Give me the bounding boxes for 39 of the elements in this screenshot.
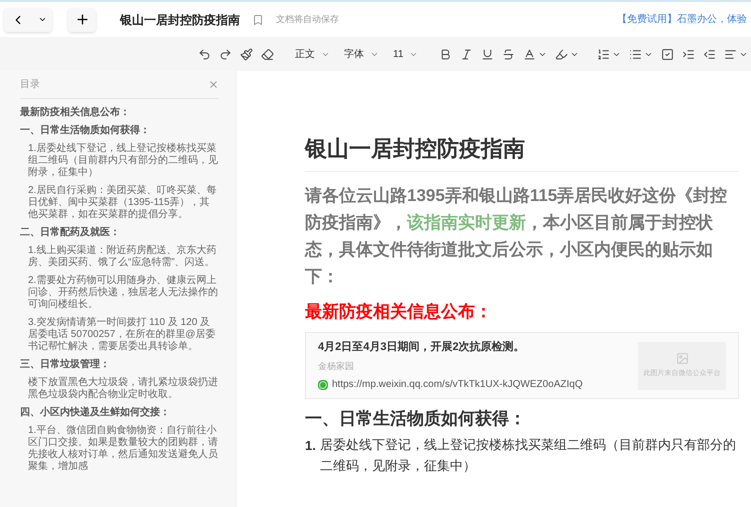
size-select[interactable]: 11 [387, 42, 424, 66]
outline-item[interactable]: 楼下放置黑色大垃圾袋，请扎紧垃圾袋扔进黑色垃圾袋内配合物业定时收取。 [20, 377, 219, 401]
align-icon [724, 48, 738, 60]
outline-item[interactable]: 1.居委处线下登记，线上登记按楼栋找买菜组二维码（目前群内只有部分的二维码，见附录，征集中） [20, 143, 219, 179]
outline-heading[interactable]: 一、日常生活物质如何获得： [20, 125, 219, 137]
intro-paragraph: 请各位云山路1395弄和银山路115弄居民收好这份《封控防疫指南》，该指南实时更新，本小区目前属于封控状态，具体文件待街道批文后公示，小区内便民的贴示如下： [305, 185, 728, 288]
plus-icon [74, 12, 90, 27]
outline-heading[interactable]: 二、日常配药及就医： [20, 227, 219, 239]
chat-icon [318, 380, 328, 390]
highlighter-icon [555, 48, 568, 60]
document-title: 银山一居封控防疫指南 [120, 12, 240, 28]
link-card-source: 金杨家园 [318, 360, 355, 372]
document-heading: 银山一居封控防疫指南 [305, 135, 739, 172]
save-status: 文档将自动保存 [276, 12, 339, 26]
list-number: 1. [305, 437, 316, 455]
outline-item[interactable]: 1.线上购买渠道：附近药房配送、京东大药房、美团买药、饿了么“应急特需”、闪送。 [20, 245, 219, 269]
style-select[interactable]: 正文 [289, 42, 336, 66]
promo-link[interactable]: 【免费试用】石墨办公，体验 [617, 12, 747, 27]
notice-heading: 最新防疫相关信息公布： [305, 301, 493, 323]
outline-heading[interactable]: 三、日常垃圾管理： [20, 359, 219, 371]
outline-title: 目录 [20, 78, 40, 92]
bookmark-icon[interactable] [252, 14, 264, 26]
outline-heading[interactable]: 四、小区内快递及生鲜如何交接： [20, 407, 219, 419]
font-select[interactable]: 字体 [338, 42, 385, 66]
outline-item[interactable]: 3.突发病情请第一时间拨打 110 及 120 及居委电话 50700257，在所在的群里@居委书记帮忙解决，需要居委出具转诊单。 [20, 317, 219, 353]
section-heading: 一、日常生活物质如何获得： [305, 408, 527, 430]
outline-heading[interactable]: 最新防疫相关信息公布： [20, 107, 219, 119]
link-url[interactable]: https://mp.weixin.qq.com/s/vTkTk1UX-kJQWEZ0oAZIqQ [332, 377, 583, 392]
list-item-text: 居委处线下登记，线上登记按楼栋找买菜组二维码（目前群内只有部分的二维码，见附录，征集中） [320, 437, 737, 476]
image-icon [676, 352, 688, 365]
new-document-button[interactable] [68, 8, 96, 32]
outline-item[interactable]: 2.需要处方药物可以用随身办、健康云网上问诊、开药然后快递，独居老人无法操作的可询问楼组长。 [20, 275, 219, 311]
link-card-title: 4月2日至4月3日期间，开展2次抗原检测。 [318, 340, 526, 355]
numbered-list-icon [597, 48, 610, 60]
caret-icon [38, 15, 46, 24]
outline-item[interactable]: 2.居民自行采购：美团买菜、叮咚买菜、每日优鲜、闽中买菜群（1395-115弄），其他买菜群，如在买菜群的提倡分享。 [20, 185, 219, 221]
outline-item[interactable]: 1.平台、微信团自购食物物资：自行前往小区门口交接。如果是数量较大的团购群，请先接收人核对订单，然后通知发送避免人员聚集，增加感 [20, 425, 219, 473]
close-icon[interactable] [208, 79, 219, 90]
text-color-icon [523, 48, 536, 60]
